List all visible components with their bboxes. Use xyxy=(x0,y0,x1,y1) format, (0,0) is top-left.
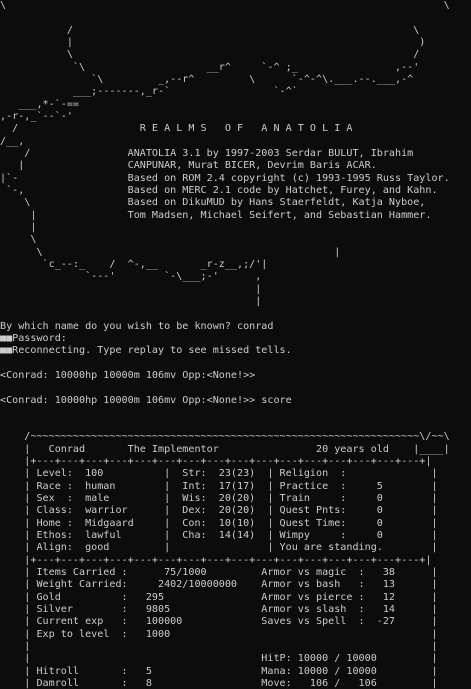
terminal-line: ___,*-`-== xyxy=(0,98,80,110)
terminal-line: <Conrad: 10000hp 10000m 106mv Opp:<None!… xyxy=(0,394,292,406)
terminal-line: ■■Reconnecting. Type replay to see misse… xyxy=(0,345,292,357)
terminal-line: `-, Based on MERC 2.1 code by Hatchet, F… xyxy=(0,184,438,196)
terminal-line: | CANPUNAR, Murat BICER, Devrim Baris AC… xyxy=(0,160,377,172)
terminal-line: | | xyxy=(0,641,438,653)
terminal-line: | Current exp : 100000 Saves vs Spell : … xyxy=(0,616,438,628)
terminal-output[interactable]: \ \ / \ |) \ / `\ __r^ `-^ ;_ ,--' `\ _… xyxy=(0,0,471,689)
terminal-line: |+---+---+---+---+---+---+---+---+---+--… xyxy=(0,554,432,566)
terminal-line: \ | xyxy=(0,246,341,258)
terminal-line: ,-r-,_`--`-' xyxy=(0,110,73,122)
terminal-line: \ / xyxy=(0,49,420,61)
terminal-line: By which name do you wish to be known? c… xyxy=(0,320,274,332)
terminal-line: /~~~~~~~~~~~~~~~~~~~~~~~~~~~~~~~~~~~~~~~… xyxy=(0,431,450,443)
terminal-line: \ Based on DikuMUD by Hans Staerfeldt, K… xyxy=(0,197,426,209)
terminal-line: | xyxy=(0,283,262,295)
terminal-line: | Align: good | | You are standing. | xyxy=(0,542,438,554)
terminal-line: ___;-------,_r-` `-^` xyxy=(0,86,298,98)
terminal-line: ■■Password: xyxy=(0,332,67,344)
terminal-line: | xyxy=(0,295,262,307)
terminal-line: | Gold : 295 Armor vs pierce : 12 | xyxy=(0,591,438,603)
terminal-line: | Tom Madsen, Michael Seifert, and Sebas… xyxy=(0,209,432,221)
terminal-line: | Sex : male | Wis: 20(20) | Train : 0 | xyxy=(0,493,438,505)
terminal-line: | Conrad The Implementor 20 years old |_… xyxy=(0,443,450,455)
terminal-line: /__, xyxy=(0,135,25,147)
terminal-line: | Ethos: lawful | Cha: 14(14) | Wimpy : … xyxy=(0,530,438,542)
terminal-line: | ) xyxy=(0,36,426,48)
terminal-line: `c_--:_ / ^-,__ _r-z__,;/'| xyxy=(0,258,268,270)
terminal-line: | Damroll : 8 Move: 106 / 106 | xyxy=(0,678,438,689)
terminal-line: `---' `-\___;-' , xyxy=(0,271,262,283)
terminal-line: \ xyxy=(0,234,37,246)
terminal-line: | Level: 100 | Str: 23(23) | Religion : … xyxy=(0,468,438,480)
terminal-line: |`- Based on ROM 2.4 copyright (c) 1993-… xyxy=(0,172,450,184)
terminal-line: | Race : human | Int: 17(17) | Practice … xyxy=(0,480,438,492)
terminal-line: | Hitroll : 5 Mana: 10000 / 10000 | xyxy=(0,665,438,677)
terminal-line: \ \ xyxy=(0,0,450,11)
terminal-line: | Weight Carried: 2402/10000000 Armor vs… xyxy=(0,579,438,591)
terminal-line: / R E A L M S O F A N A T O L I A xyxy=(0,123,353,135)
terminal-line: |+---+---+---+---+---+---+---+---+---+--… xyxy=(0,456,432,468)
terminal-line: | Home : Midgaard | Con: 10(10) | Quest … xyxy=(0,517,438,529)
terminal-line: `\ _,--r^ \ `-^-^\.___.--.___,-^ xyxy=(0,73,414,85)
terminal-line: / \ xyxy=(0,24,420,36)
terminal-line: | Items Carried : 75/1000 Armor vs magic… xyxy=(0,567,438,579)
terminal-line: `\ __r^ `-^ ;_ ,--' xyxy=(0,61,420,73)
terminal-line: <Conrad: 10000hp 10000m 106mv Opp:<None!… xyxy=(0,369,256,381)
terminal-line: | Exp to level : 1000 | xyxy=(0,628,438,640)
terminal-line: | Class: warrior | Dex: 20(20) | Quest P… xyxy=(0,505,438,517)
terminal-line: / ANATOLIA 3.1 by 1997-2003 Serdar BULUT… xyxy=(0,147,414,159)
terminal-line: | Silver : 9805 Armor vs slash : 14 | xyxy=(0,604,438,616)
terminal-line: | HitP: 10000 / 10000 | xyxy=(0,653,438,665)
terminal-line: | xyxy=(0,221,37,233)
